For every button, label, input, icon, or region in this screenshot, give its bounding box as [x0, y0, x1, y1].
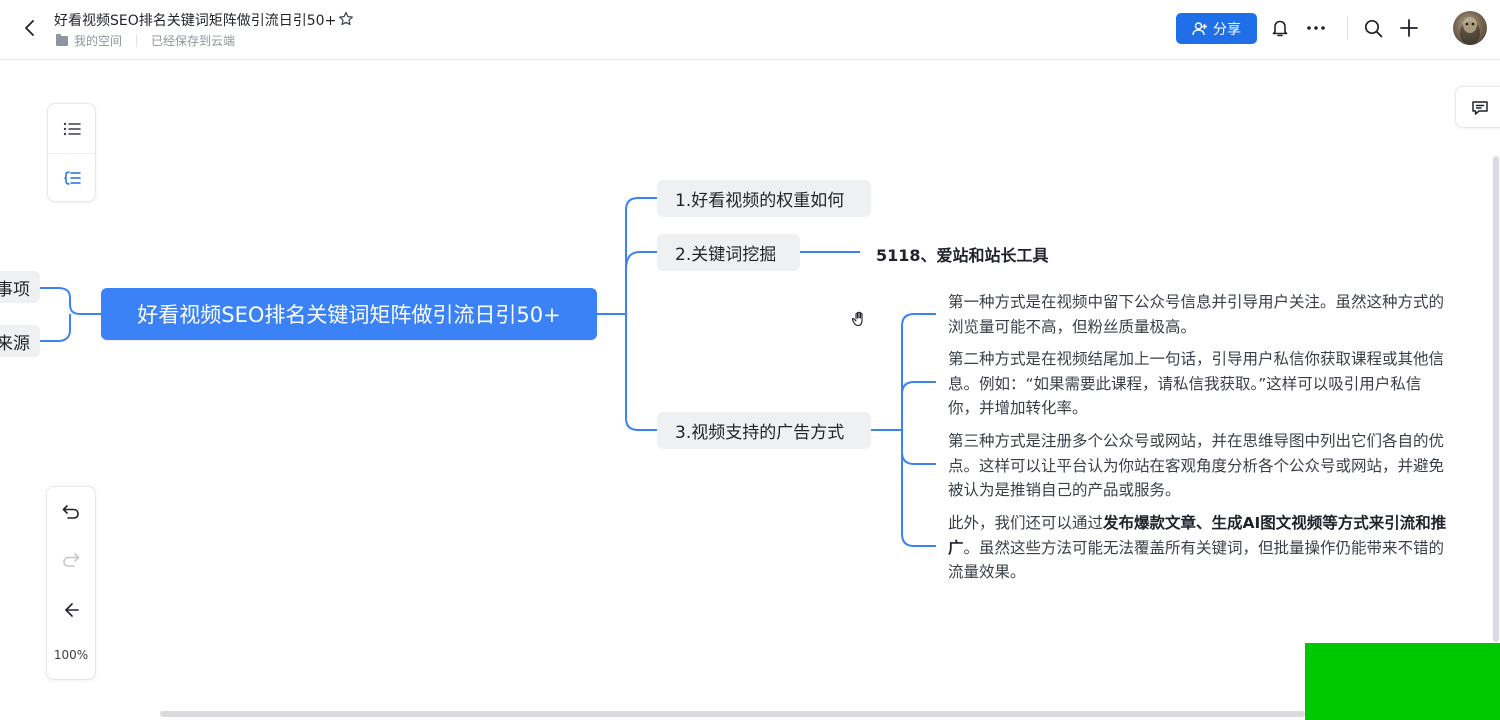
mindmap-left-node[interactable]: 事项: [0, 271, 40, 303]
divider: [48, 153, 95, 154]
leaf-text-prefix: 此外，我们还可以通过: [948, 514, 1104, 532]
notification-button[interactable]: [1269, 17, 1291, 39]
mindmap-left-node[interactable]: 来源: [0, 325, 40, 357]
star-icon[interactable]: [338, 11, 354, 27]
divider: [136, 34, 138, 47]
mindmap-leaf-node[interactable]: 此外，我们还可以通过发布爆款文章、生成AI图文视频等方式来引流和推广。虽然这些方…: [948, 511, 1453, 585]
create-button[interactable]: [1398, 17, 1420, 39]
mindmap-leaf-node[interactable]: 第二种方式是在视频结尾加上一句话，引导用户私信你获取课程或其他信息。例如：“如果…: [948, 347, 1448, 421]
undo-icon: [62, 505, 79, 519]
mindmap-branch-node[interactable]: 3.视频支持的广告方式: [657, 412, 871, 449]
location-link[interactable]: 我的空间: [74, 32, 122, 49]
share-label: 分享: [1213, 21, 1241, 38]
horizontal-scrollbar[interactable]: [160, 711, 1305, 717]
redo-icon: [63, 553, 80, 567]
outline-toolbar: [47, 103, 96, 202]
plus-icon: [1400, 19, 1418, 37]
mindmap-branch-node[interactable]: 2.关键词挖掘: [657, 234, 800, 271]
save-status: 已经保存到云端: [151, 34, 236, 48]
leaf-text-suffix: 。虽然这些方法可能无法覆盖所有关键词，但批量操作仍能带来不错的流量效果。: [948, 538, 1445, 582]
zoom-level[interactable]: 100%: [47, 648, 95, 662]
layout-icon: [65, 603, 79, 617]
vertical-scrollbar[interactable]: [1493, 156, 1499, 642]
search-button[interactable]: [1362, 17, 1384, 39]
comment-icon: [1472, 101, 1488, 115]
outline-button[interactable]: [60, 117, 84, 141]
undo-button[interactable]: [59, 500, 83, 524]
comment-button[interactable]: [1455, 86, 1500, 128]
mindmap-leaf-node[interactable]: 第三种方式是注册多个公众号或网站，并在思维导图中列出它们各自的优点。这样可以让平…: [948, 429, 1453, 503]
top-bar: 好看视频SEO排名关键词矩阵做引流日引50+ 我的空间 已经保存到云端 分享: [0, 0, 1500, 60]
back-button[interactable]: [18, 16, 42, 40]
bell-icon: [1272, 20, 1288, 37]
redo-button[interactable]: [59, 548, 83, 572]
mindmap-branch-node[interactable]: 1.好看视频的权重如何: [657, 180, 871, 217]
user-add-icon: [1192, 21, 1207, 35]
hand-cursor-icon: [851, 311, 863, 327]
share-button[interactable]: 分享: [1176, 13, 1257, 44]
doc-title[interactable]: 好看视频SEO排名关键词矩阵做引流日引50+: [54, 10, 336, 30]
mindmap-leaf-node[interactable]: 第一种方式是在视频中留下公众号信息并引导用户关注。虽然这种方式的浏览量可能不高，…: [948, 290, 1453, 339]
mindmap-root-node[interactable]: 好看视频SEO排名关键词矩阵做引流日引50+: [101, 288, 597, 340]
folder-icon: [56, 33, 68, 46]
edit-toolbar: 100%: [46, 486, 96, 680]
more-button[interactable]: [1305, 17, 1327, 39]
structure-button[interactable]: [60, 166, 84, 190]
toolbar-divider: [1347, 16, 1348, 40]
back-icon: [25, 20, 34, 36]
green-overlay-box: [1305, 643, 1500, 720]
search-icon: [1364, 19, 1382, 37]
layout-button[interactable]: [59, 598, 83, 622]
more-icon: [1307, 26, 1325, 30]
mindmap-leaf-node[interactable]: 5118、爱站和站长工具: [876, 242, 1049, 266]
avatar[interactable]: [1453, 11, 1487, 45]
outline-list-icon: [63, 122, 81, 136]
structure-icon: [64, 171, 81, 185]
doc-location-row: 我的空间 已经保存到云端: [56, 32, 235, 49]
